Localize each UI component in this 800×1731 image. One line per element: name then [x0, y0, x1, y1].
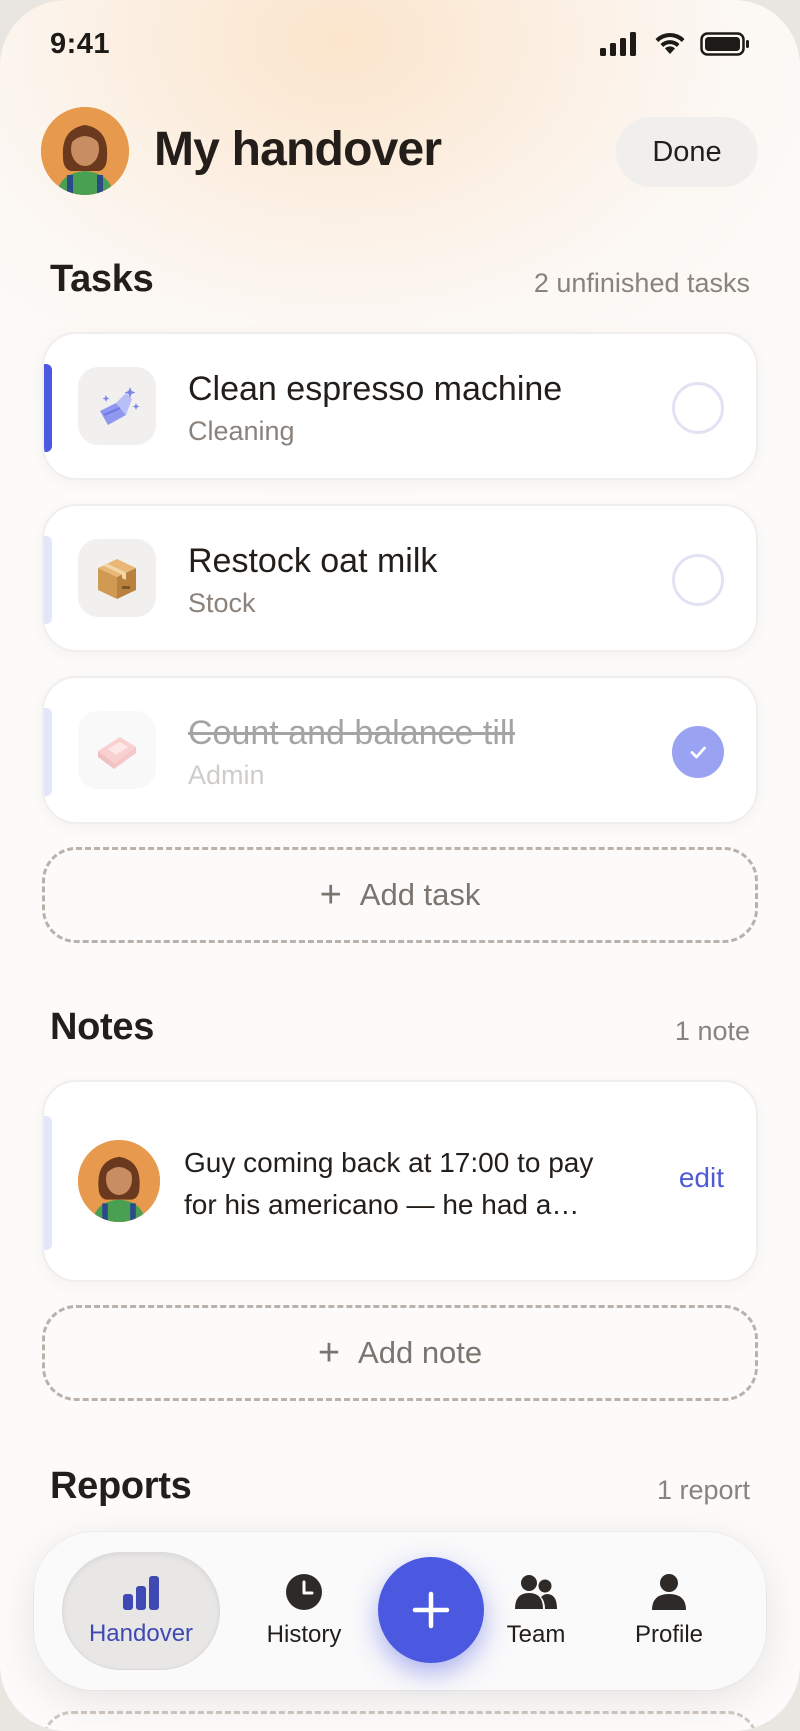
task-title: Clean espresso machine [188, 370, 563, 408]
task-accent-bar [44, 708, 52, 796]
task-checkbox-checked[interactable] [672, 726, 724, 778]
phone-screen: 9:41 My handover Done Tasks 2 unfinished… [0, 0, 800, 1731]
task-checkbox[interactable] [672, 382, 724, 434]
task-card-completed[interactable]: Count and balance till Admin [42, 676, 758, 824]
people-icon [515, 1575, 557, 1609]
add-note-button[interactable]: + Add note [42, 1305, 758, 1401]
task-accent-bar [44, 364, 52, 452]
user-avatar[interactable] [41, 107, 129, 195]
note-text: Guy coming back at 17:00 to pay for his … [184, 1147, 594, 1220]
status-icons [600, 32, 750, 56]
task-card[interactable]: Clean espresso machine Cleaning [42, 332, 758, 480]
add-report-button-partial[interactable] [42, 1711, 758, 1731]
nav-label: Team [506, 1621, 566, 1648]
cleaning-icon [78, 367, 156, 445]
reports-section-title: Reports [50, 1465, 192, 1507]
tasks-section-title: Tasks [50, 258, 154, 300]
tasks-count: 2 unfinished tasks [533, 268, 750, 298]
nav-item-team[interactable]: Team [476, 1552, 596, 1670]
nav-label: Handover [88, 1620, 194, 1647]
plus-icon: + [319, 874, 342, 916]
battery-icon [700, 32, 749, 56]
task-card[interactable]: Restock oat milk Stock [42, 504, 758, 652]
task-category: Stock [188, 588, 256, 618]
status-time: 9:41 [50, 28, 111, 60]
avatar-illustration [41, 107, 129, 195]
add-fab-button[interactable] [378, 1557, 484, 1663]
wifi-icon [655, 32, 685, 54]
plus-icon: + [317, 1332, 341, 1374]
bar-chart-icon [123, 1576, 159, 1610]
add-task-label: Add task [359, 877, 481, 912]
cellular-signal-icon [600, 32, 636, 56]
note-card[interactable]: Guy coming back at 17:00 to pay for his … [42, 1080, 758, 1282]
nav-label: Profile [634, 1621, 704, 1648]
task-checkbox[interactable] [672, 554, 724, 606]
task-title: Restock oat milk [188, 542, 438, 580]
done-button[interactable]: Done [616, 117, 758, 187]
add-task-button[interactable]: + Add task [42, 847, 758, 943]
nav-item-history[interactable]: History [240, 1552, 368, 1670]
task-title: Count and balance till [188, 714, 516, 752]
note-edit-link[interactable]: edit [679, 1162, 724, 1194]
reports-count: 1 report [656, 1475, 750, 1505]
box-icon [78, 539, 156, 617]
note-author-avatar [78, 1140, 160, 1222]
add-note-label: Add note [358, 1335, 483, 1370]
plus-icon [412, 1591, 450, 1629]
person-icon [652, 1574, 686, 1610]
avatar-illustration [78, 1140, 160, 1222]
nav-item-handover[interactable]: Handover [62, 1552, 220, 1670]
task-category: Admin [188, 760, 265, 790]
note-accent-bar [44, 1116, 52, 1250]
cash-register-icon [78, 711, 156, 789]
clock-icon [286, 1574, 322, 1610]
checkmark-icon [690, 746, 706, 759]
task-category: Cleaning [188, 416, 295, 446]
nav-item-profile[interactable]: Profile [604, 1552, 734, 1670]
notes-section-title: Notes [50, 1006, 155, 1048]
task-accent-bar [44, 536, 52, 624]
nav-label: History [266, 1621, 342, 1648]
notes-count: 1 note [674, 1016, 750, 1046]
page-title: My handover [154, 123, 442, 176]
